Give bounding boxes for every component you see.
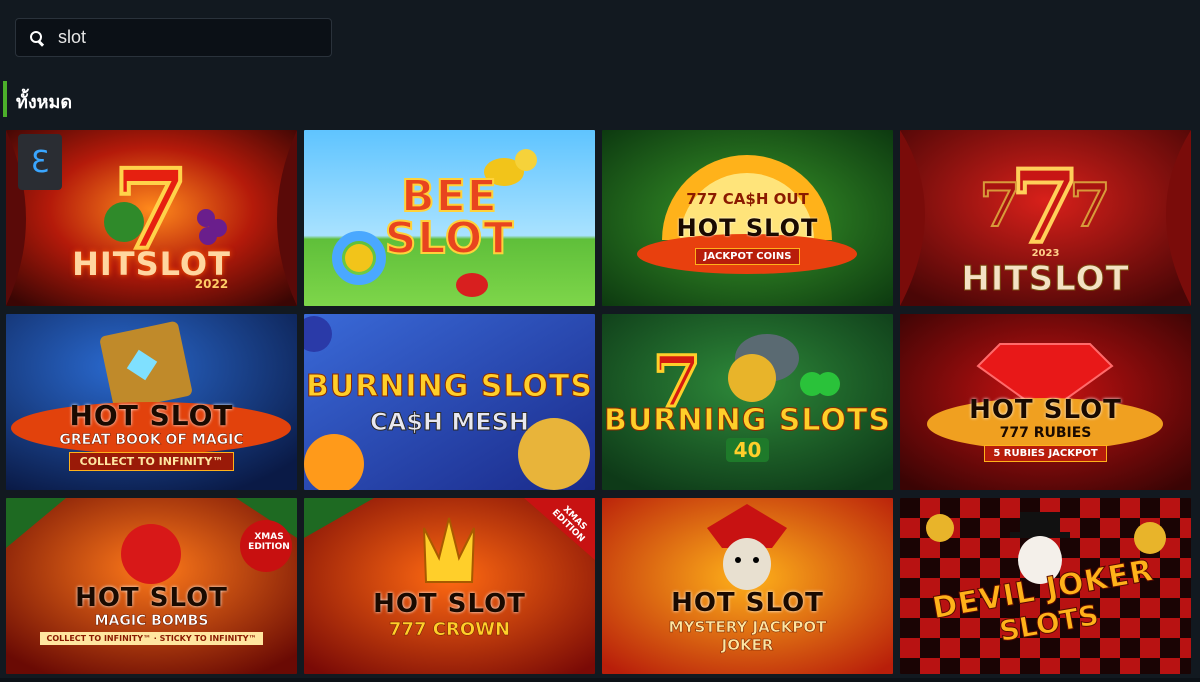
svg-text:Ɛ: Ɛ [31,145,49,180]
game-extra: COLLECT TO INFINITY™ · STICKY TO INFINIT… [40,632,263,645]
game-subtitle: 777 CA$H OUT [686,189,809,208]
svg-text:7: 7 [1069,171,1111,241]
game-subtitle: 777 CROWN [388,618,511,640]
game-tile[interactable]: 7 BURNING Slots 40 [602,314,893,490]
game-tile[interactable]: DEVIL JOKER SLOTS [900,498,1191,674]
game-title: HOT SLOT [75,583,228,613]
game-tile[interactable]: HOT SLOT MAGIC BOMBS COLLECT TO INFINITY… [6,498,297,674]
game-tile[interactable]: BEE SLOT [304,130,595,306]
svg-text:7: 7 [979,171,1021,241]
game-title: BEE SLOT [384,171,515,264]
game-title: HOT SLOT [676,213,819,242]
game-tile[interactable]: HOT SLOT 777 CROWN XMAS EDITION [304,498,595,674]
game-subtitle: 777 RUBIES [999,424,1092,441]
bottom-edge [0,678,1200,682]
game-grid: 7 Ɛ HITSLOT 2022 BEE SLOT 777 CA$H OUT H… [6,130,1191,674]
search-input[interactable] [58,27,318,48]
game-subtitle: GREAT BOOK OF MAGIC [59,432,244,449]
game-subtitle: MYSTERY JACKPOT [668,618,827,637]
game-tile[interactable]: HOT SLOT MYSTERY JACKPOT JOKER [602,498,893,674]
game-subtitle: CA$H MESH [370,407,530,436]
game-title: HOT SLOT [671,588,824,618]
game-subtitle: 2023 [1031,247,1060,259]
game-subtitle: 2022 [194,277,229,291]
game-title: HOT SLOT [373,588,526,619]
game-tile[interactable]: 7 Ɛ HITSLOT 2022 [6,130,297,306]
game-extra: JOKER [721,636,774,655]
game-extra: COLLECT TO INFINITY™ [68,452,235,471]
game-extra: JACKPOT COINS [694,247,801,265]
game-tile[interactable]: HOT SLOT GREAT BOOK OF MAGIC COLLECT TO … [6,314,297,490]
game-title: HOT SLOT [969,394,1122,425]
game-title: BURNING Slots [306,368,593,404]
game-subtitle: 40 [725,437,770,462]
game-title: HOT SLOT [69,399,234,432]
game-tile[interactable]: 7 7 7 2023 HITSLOT [900,130,1191,306]
game-thumbnail [304,498,595,674]
game-tile[interactable]: 777 CA$H OUT HOT SLOT JACKPOT COINS [602,130,893,306]
search-icon [30,30,44,45]
section-accent-bar [3,81,7,117]
game-subtitle: MAGIC BOMBS [94,613,209,630]
game-extra: 5 RUBIES JACKPOT [984,444,1107,462]
game-tile[interactable]: HOT SLOT 777 RUBIES 5 RUBIES JACKPOT [900,314,1191,490]
game-title: HITSLOT [961,258,1130,299]
search-box[interactable] [15,18,332,57]
xmas-badge: XMAS EDITION [248,532,290,552]
game-tile[interactable]: BURNING Slots CA$H MESH [304,314,595,490]
game-title: BURNING Slots [604,402,891,438]
section-title: ทั้งหมด [16,92,73,112]
